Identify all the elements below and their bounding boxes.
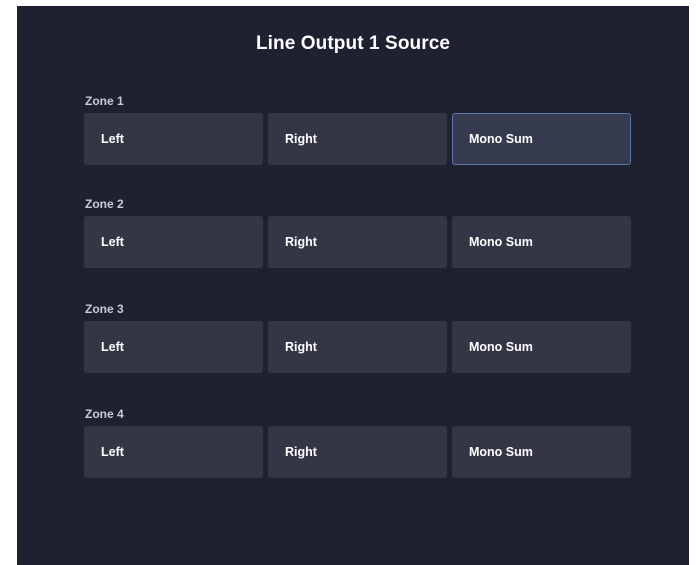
zone-4-options: Left Right Mono Sum	[84, 426, 631, 478]
zone-1-left-button[interactable]: Left	[84, 113, 263, 165]
zone-4-label: Zone 4	[85, 407, 124, 421]
zone-4-left-button[interactable]: Left	[84, 426, 263, 478]
zone-2-label: Zone 2	[85, 197, 124, 211]
zone-2-right-button[interactable]: Right	[268, 216, 447, 268]
zone-1-options: Left Right Mono Sum	[84, 113, 631, 165]
zone-1-mono-sum-button[interactable]: Mono Sum	[452, 113, 631, 165]
zone-4-right-button[interactable]: Right	[268, 426, 447, 478]
zone-3-right-button[interactable]: Right	[268, 321, 447, 373]
zone-3-mono-sum-button[interactable]: Mono Sum	[452, 321, 631, 373]
zone-3-left-button[interactable]: Left	[84, 321, 263, 373]
zone-1-right-button[interactable]: Right	[268, 113, 447, 165]
line-output-source-panel: Line Output 1 Source Zone 1 Left Right M…	[17, 6, 689, 565]
zone-4-mono-sum-button[interactable]: Mono Sum	[452, 426, 631, 478]
panel-title: Line Output 1 Source	[255, 33, 451, 54]
zone-3-options: Left Right Mono Sum	[84, 321, 631, 373]
zone-1-label: Zone 1	[85, 94, 124, 108]
zone-2-left-button[interactable]: Left	[84, 216, 263, 268]
zone-2-mono-sum-button[interactable]: Mono Sum	[452, 216, 631, 268]
zone-2-options: Left Right Mono Sum	[84, 216, 631, 268]
zone-3-label: Zone 3	[85, 302, 124, 316]
